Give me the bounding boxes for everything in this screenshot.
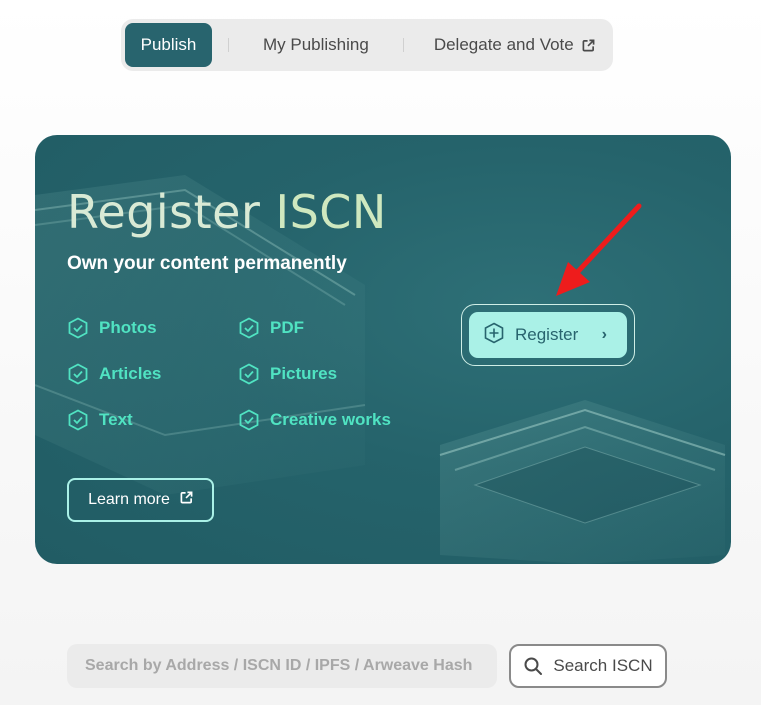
card-title-main: Register [67, 185, 261, 239]
feature-item: PDF [238, 317, 409, 339]
card-subtitle: Own your content permanently [67, 253, 347, 274]
learn-more-label: Learn more [88, 491, 170, 508]
tab-divider [402, 38, 404, 52]
feature-label: Text [99, 410, 133, 429]
chevron-right-icon: › [601, 326, 607, 343]
search-input[interactable] [67, 644, 497, 688]
search-icon [523, 656, 543, 676]
register-button[interactable]: Register › [469, 312, 627, 358]
shield-check-icon [67, 317, 89, 339]
register-button-frame: Register › [461, 304, 635, 366]
feature-label: Pictures [270, 364, 338, 383]
top-tab-bar: Publish My Publishing Delegate and Vote [121, 19, 613, 71]
feature-item: Creative works [238, 409, 409, 431]
tab-delegate-and-vote[interactable]: Delegate and Vote [420, 23, 609, 67]
feature-list: Photos PDF Articles Pictures Text Creati… [67, 317, 407, 431]
tab-delegate-label: Delegate and Vote [433, 35, 574, 54]
feature-item: Articles [67, 363, 238, 385]
plus-circle-icon [483, 322, 505, 349]
feature-label: Photos [99, 318, 157, 337]
shield-check-icon [67, 363, 89, 385]
tab-my-publishing-label: My Publishing [263, 35, 369, 54]
external-link-icon [180, 491, 193, 509]
register-label: Register [515, 325, 579, 344]
feature-item: Photos [67, 317, 238, 339]
feature-label: Articles [99, 364, 162, 383]
feature-item: Text [67, 409, 238, 431]
annotation-arrow-icon [556, 203, 642, 296]
external-link-icon [582, 39, 595, 52]
search-iscn-button[interactable]: Search ISCN [509, 644, 667, 688]
tab-publish-label: Publish [140, 35, 197, 54]
card-title: Register ISCN [67, 185, 387, 239]
feature-item: Pictures [238, 363, 409, 385]
search-button-label: Search ISCN [553, 656, 653, 675]
shield-check-icon [238, 363, 260, 385]
tab-publish[interactable]: Publish [125, 23, 212, 67]
feature-label: PDF [270, 318, 304, 337]
shield-check-icon [238, 409, 260, 431]
tab-divider [228, 38, 229, 52]
shield-check-icon [67, 409, 89, 431]
feature-label: Creative works [270, 410, 391, 429]
tab-my-publishing[interactable]: My Publishing [245, 23, 387, 67]
shield-check-icon [238, 317, 260, 339]
learn-more-button[interactable]: Learn more [67, 478, 214, 522]
card-title-accent: ISCN [275, 185, 387, 239]
